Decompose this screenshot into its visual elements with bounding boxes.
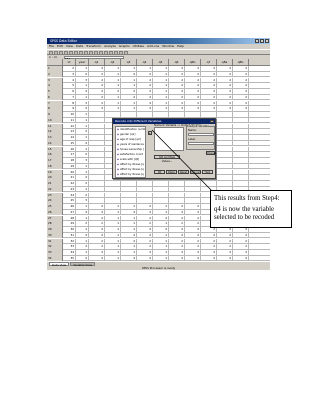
callout-line-1: This results from Step4: — [214, 195, 280, 202]
callout-line-3: selected to be recoded — [214, 214, 275, 221]
callout-line-2: q4 is now the variable — [214, 206, 275, 213]
annotation-callout: This results from Step4: q4 is now the v… — [210, 190, 292, 228]
callout-pointer — [151, 129, 214, 193]
